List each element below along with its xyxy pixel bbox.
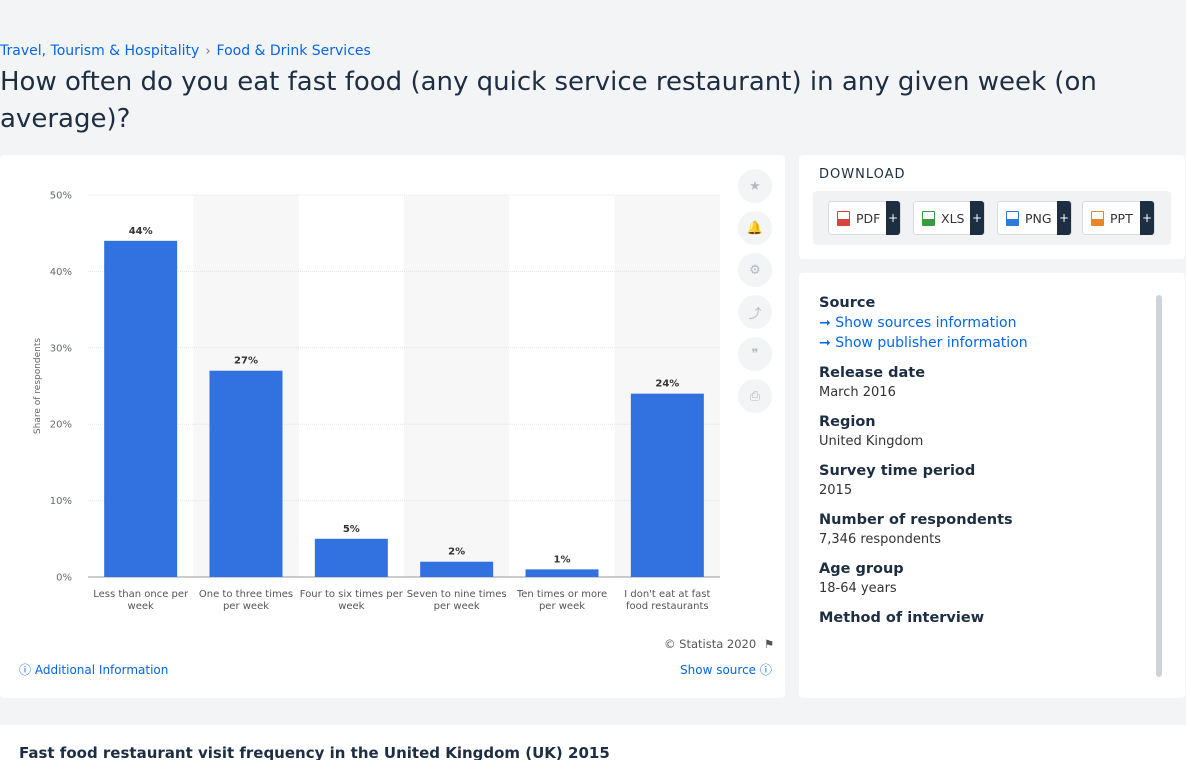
bar-value-label: 27% — [234, 356, 258, 367]
download-buttons: PDF + XLS + PNG + PPT + — [813, 191, 1171, 245]
download-ppt-button[interactable]: PPT + — [1082, 201, 1155, 235]
download-png-button[interactable]: PNG + — [997, 201, 1072, 235]
plus-icon[interactable]: + — [1057, 201, 1071, 235]
breadcrumb: Travel, Tourism & Hospitality › Food & D… — [0, 43, 371, 59]
bar — [104, 240, 178, 577]
breadcrumb-separator: › — [205, 43, 211, 59]
plus-icon[interactable]: + — [886, 201, 900, 235]
release-date-value: March 2016 — [819, 385, 896, 400]
y-tick-label: 40% — [50, 267, 72, 278]
x-category-label: Ten times or more — [516, 589, 607, 600]
survey-period-value: 2015 — [819, 483, 853, 498]
info-icon: ⓘ — [19, 663, 32, 677]
pdf-file-icon — [837, 210, 850, 226]
y-tick-label: 30% — [50, 343, 72, 354]
download-xls-button[interactable]: XLS + — [913, 201, 985, 235]
quote-icon[interactable]: ❞ — [738, 337, 772, 371]
download-title: DOWNLOAD — [819, 167, 906, 182]
bar-value-label: 1% — [554, 554, 571, 565]
info-icon: ⓘ — [759, 663, 772, 677]
bar — [525, 569, 599, 577]
plus-icon[interactable]: + — [970, 201, 984, 235]
plus-icon[interactable]: + — [1140, 201, 1154, 235]
bar — [630, 393, 704, 577]
x-category-label: Less than once per — [93, 589, 189, 600]
x-category-label: per week — [223, 601, 269, 612]
arrow-right-icon: ➞ — [819, 315, 831, 331]
method-label: Method of interview — [819, 610, 985, 626]
respondents-value: 7,346 respondents — [819, 532, 941, 547]
y-tick-label: 10% — [50, 496, 72, 507]
bar-value-label: 5% — [343, 524, 360, 535]
details-list: Source ➞ Show sources information ➞ Show… — [819, 295, 1149, 626]
breadcrumb-parent-link[interactable]: Travel, Tourism & Hospitality — [0, 43, 199, 59]
release-date-label: Release date — [819, 365, 926, 381]
y-tick-label: 20% — [50, 420, 72, 431]
bar-chart: 0% 10% 20% 30% 40% 50% Share of respondents 44%… — [33, 191, 720, 612]
x-category-label: I don't eat at fast — [624, 589, 710, 600]
show-source-link[interactable]: Show source ⓘ — [680, 661, 772, 678]
ppt-file-icon — [1091, 210, 1104, 226]
statistic-details-card: Source ➞ Show sources information ➞ Show… — [799, 273, 1185, 698]
statistic-description-title: Fast food restaurant visit frequency in … — [19, 744, 610, 760]
bar-value-label: 44% — [129, 226, 153, 237]
x-category-label: food restaurants — [626, 601, 709, 612]
survey-period-label: Survey time period — [819, 463, 976, 479]
show-publisher-link[interactable]: ➞ Show publisher information — [819, 335, 1149, 351]
png-file-icon — [1006, 210, 1019, 226]
age-group-value: 18-64 years — [819, 581, 897, 596]
share-icon[interactable]: ⤴ — [738, 295, 772, 329]
source-label: Source — [819, 295, 876, 311]
x-category-label: One to three times — [199, 589, 293, 600]
y-axis-title: Share of respondents — [33, 338, 43, 435]
x-category-label: week — [338, 601, 364, 612]
page-title: How often do you eat fast food (any quic… — [0, 67, 1097, 134]
y-tick-label: 0% — [56, 573, 72, 584]
star-icon[interactable]: ★ — [738, 169, 772, 203]
x-category-label: week — [128, 601, 154, 612]
flag-icon[interactable]: ⚑ — [764, 637, 774, 651]
gear-icon[interactable]: ⚙ — [738, 253, 772, 287]
x-category-label: per week — [434, 601, 480, 612]
print-icon[interactable]: ⎙ — [738, 379, 772, 413]
respondents-label: Number of respondents — [819, 512, 1013, 528]
show-sources-link[interactable]: ➞ Show sources information — [819, 315, 1149, 331]
bar — [314, 538, 388, 577]
bar — [209, 370, 283, 577]
chart-toolbar: ★ 🔔 ⚙ ⤴ ❞ ⎙ — [738, 169, 772, 413]
xls-file-icon — [922, 210, 935, 226]
age-group-label: Age group — [819, 561, 904, 577]
bar-value-label: 24% — [655, 379, 679, 390]
y-tick-label: 50% — [50, 191, 72, 202]
region-label: Region — [819, 414, 876, 430]
x-category-label: per week — [539, 601, 585, 612]
chart-band-shade — [404, 195, 510, 577]
download-card: DOWNLOAD PDF + XLS + PNG + PPT + — [799, 155, 1185, 259]
x-category-label: Seven to nine times — [407, 589, 507, 600]
bar — [420, 561, 494, 577]
region-value: United Kingdom — [819, 434, 924, 449]
breadcrumb-child-link[interactable]: Food & Drink Services — [217, 43, 371, 59]
bar-value-label: 2% — [448, 547, 465, 558]
chart-card: 0% 10% 20% 30% 40% 50% Share of respondents 44%… — [0, 155, 785, 698]
additional-information-link[interactable]: ⓘ Additional Information — [19, 661, 168, 678]
download-pdf-button[interactable]: PDF + — [828, 201, 901, 235]
arrow-right-icon: ➞ — [819, 335, 831, 351]
bell-icon[interactable]: 🔔 — [738, 211, 772, 245]
x-category-label: Four to six times per — [300, 589, 404, 600]
copyright-text: © Statista 2020 ⚑ — [664, 637, 775, 651]
details-scrollbar[interactable] — [1156, 295, 1162, 677]
